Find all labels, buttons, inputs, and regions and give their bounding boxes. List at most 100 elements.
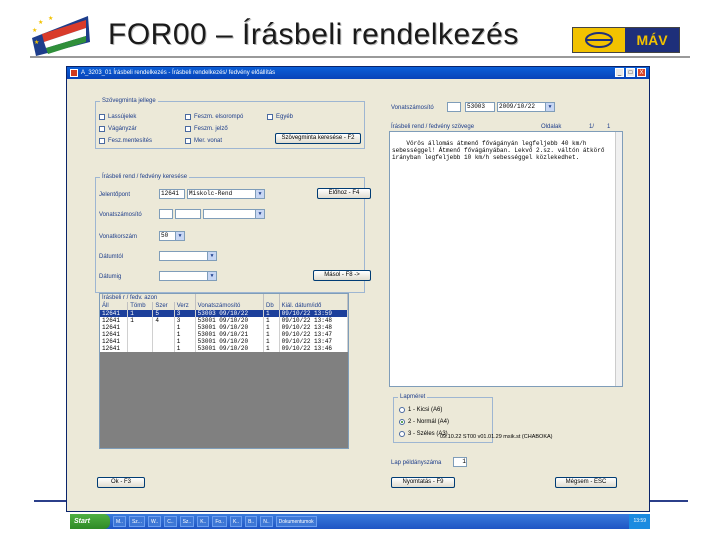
results-grid[interactable]: Írásbeli r / fedv. azon Áll Tömb Szer Ve…: [99, 293, 349, 449]
cell: 12641: [100, 345, 129, 352]
col-header-tomb[interactable]: Tömb: [127, 302, 154, 310]
checkbox-egyeb-label: Egyéb: [276, 114, 294, 120]
location-code-input[interactable]: 12641: [159, 189, 185, 199]
chevron-down-icon[interactable]: ▼: [207, 272, 216, 280]
table-row[interactable]: 12641 1 53001 09/10/20 1 09/10/22 13:47: [100, 338, 348, 345]
col-header-all[interactable]: Áll: [100, 302, 129, 310]
taskbar-item[interactable]: N..: [260, 516, 273, 527]
chevron-down-icon[interactable]: ▼: [207, 252, 216, 260]
col-header-issued[interactable]: Kiál. dátum/idő: [279, 302, 348, 310]
table-row[interactable]: 12641 1 53001 09/10/20 1 09/10/22 13:48: [100, 324, 348, 331]
taskbar-item[interactable]: K..: [197, 516, 210, 527]
hours-value: 50: [161, 232, 169, 239]
grid-group-header: Írásbeli r / fedv. azon: [100, 294, 196, 302]
grid-blank-header: [195, 294, 265, 302]
checkbox-feszm-elsorompo[interactable]: [185, 114, 191, 120]
taskbar-item[interactable]: K..: [229, 516, 243, 527]
copy-button[interactable]: Másol - F8 ->: [313, 270, 371, 281]
date-to-select[interactable]: ▼: [159, 271, 217, 281]
taskbar-item[interactable]: B..: [245, 516, 258, 527]
col-header-db[interactable]: Db: [263, 302, 280, 310]
cell: 53001 09/10/20: [195, 324, 265, 331]
date-from-select[interactable]: ▼: [159, 251, 217, 261]
search-group-title: Írásbeli rend / fedvény keresése: [100, 174, 190, 180]
copies-input[interactable]: 1: [453, 457, 467, 467]
search-train-number-input[interactable]: [175, 209, 201, 219]
checkbox-lassujelek[interactable]: [99, 114, 105, 120]
col-header-verz[interactable]: Verz: [174, 302, 196, 310]
cell: 3: [174, 317, 196, 324]
cell: [152, 338, 175, 345]
template-search-button[interactable]: Szövegminta keresése - F2: [275, 133, 361, 144]
system-clock: 13:59: [629, 514, 650, 529]
search-train-date-select[interactable]: ▼: [203, 209, 265, 219]
start-button[interactable]: Start: [70, 514, 110, 529]
radio-paper-a4-label: 2 - Normál (A4): [408, 419, 450, 425]
checkbox-vaganyzar-label: Vágányzár: [108, 126, 137, 132]
taskbar-item[interactable]: M..: [113, 516, 126, 527]
cell: 09/10/22 13:47: [279, 338, 348, 345]
train-number-input[interactable]: 53003: [465, 102, 495, 112]
taskbar-item[interactable]: C..: [164, 516, 177, 527]
grid-blank-header: [263, 294, 280, 302]
text-scrollbar[interactable]: [615, 132, 622, 386]
print-button[interactable]: Nyomtatás - F9: [391, 477, 455, 488]
mav-symbol-icon: [573, 28, 625, 52]
checkbox-mer-vonat[interactable]: [185, 138, 191, 144]
radio-paper-a3[interactable]: [399, 431, 405, 437]
text-body-area[interactable]: Vörös állomás átmenő fővágányán legfelje…: [389, 131, 623, 387]
cancel-button[interactable]: Mégsem - ESC: [555, 477, 617, 488]
chevron-down-icon[interactable]: ▼: [175, 232, 184, 240]
table-row[interactable]: 12641 1 5 3 53003 09/10/22 1 09/10/22 13:59: [100, 310, 348, 317]
cell: [127, 338, 154, 345]
col-header-train[interactable]: Vonatszámosító: [195, 302, 265, 310]
taskbar-item[interactable]: Sz..: [179, 516, 195, 527]
train-date-select[interactable]: 2009/10/22 ▼: [497, 102, 555, 112]
chevron-down-icon[interactable]: ▼: [255, 210, 264, 218]
table-row[interactable]: 12641 1 53001 09/10/20 1 09/10/22 13:46: [100, 345, 348, 352]
cell: 4: [152, 317, 175, 324]
cell: 1: [127, 317, 154, 324]
cell: [152, 345, 175, 352]
fetch-button[interactable]: Előhoz - F4: [317, 188, 371, 199]
taskbar-item[interactable]: W..: [147, 516, 162, 527]
cell: 1: [174, 345, 196, 352]
taskbar-item[interactable]: Sz...: [128, 516, 145, 527]
radio-paper-a6[interactable]: [399, 407, 405, 413]
location-name-select[interactable]: Miskolc-Rend ▼: [187, 189, 265, 199]
cell: [152, 324, 175, 331]
checkbox-egyeb[interactable]: [267, 114, 273, 120]
chevron-down-icon[interactable]: ▼: [545, 103, 554, 111]
cell: 1: [174, 331, 196, 338]
chevron-down-icon[interactable]: ▼: [255, 190, 264, 198]
radio-paper-a4[interactable]: [399, 419, 405, 425]
taskbar-item[interactable]: Fo..: [212, 516, 227, 527]
search-train-prefix-input[interactable]: [159, 209, 173, 219]
page-number: 1/: [589, 124, 595, 130]
checkbox-feszm-jelzo[interactable]: [185, 126, 191, 132]
window-titlebar[interactable]: A_3203_01 Írásbeli rendelkezés - Írásbel…: [67, 67, 649, 79]
checkbox-feszmentesites[interactable]: [99, 138, 105, 144]
cell: 1: [263, 338, 280, 345]
maximize-button[interactable]: □: [626, 68, 635, 77]
ok-button[interactable]: Ok - F3: [97, 477, 145, 488]
cell: 3: [174, 310, 196, 317]
location-label: Jelentőpont: [99, 192, 131, 198]
train-prefix-input[interactable]: [447, 102, 461, 112]
mav-logo-text: MÁV: [625, 28, 679, 52]
cell: 1: [263, 317, 280, 324]
close-button[interactable]: X: [637, 68, 646, 77]
table-row[interactable]: 12641 1 4 3 53001 09/10/20 1 09/10/22 13:48: [100, 317, 348, 324]
minimize-button[interactable]: _: [615, 68, 624, 77]
cell: [152, 331, 175, 338]
checkbox-vaganyzar[interactable]: [99, 126, 105, 132]
checkbox-feszmentesites-label: Fesz.mentesítés: [108, 138, 153, 144]
cell: 53003 09/10/22: [195, 310, 265, 317]
hours-select[interactable]: 50 ▼: [159, 231, 185, 241]
cell: [127, 324, 154, 331]
slide-title: FOR00 – Írásbeli rendelkezés: [108, 18, 519, 51]
col-header-szer[interactable]: Szer: [152, 302, 175, 310]
table-row[interactable]: 12641 1 53001 09/10/21 1 09/10/22 13:47: [100, 331, 348, 338]
cell: 53001 09/10/20: [195, 345, 265, 352]
taskbar-item-documents[interactable]: Dokumentumok: [275, 516, 317, 527]
